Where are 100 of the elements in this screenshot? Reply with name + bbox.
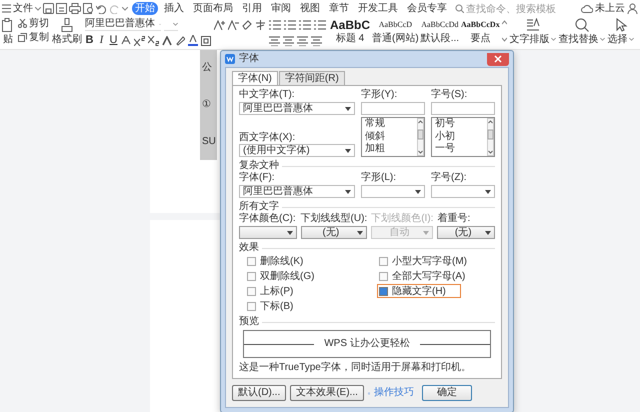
ribbon-tab[interactable]: 视图 bbox=[297, 2, 323, 15]
dropdown[interactable]: 阿里巴巴普惠体 bbox=[239, 185, 355, 198]
field-label: 字体(F): bbox=[239, 172, 275, 184]
ok-button[interactable]: 确定 bbox=[422, 385, 472, 401]
dialog-button[interactable]: 默认(D)... bbox=[232, 385, 286, 401]
caret-icon bbox=[345, 190, 351, 194]
checkbox[interactable] bbox=[379, 286, 388, 296]
list-icon[interactable] bbox=[269, 20, 281, 30]
checkbox-label[interactable]: 双删除线(G) bbox=[260, 270, 314, 282]
dropdown[interactable]: (无) bbox=[437, 226, 495, 239]
ribbon-tool-button[interactable]: 选择 bbox=[608, 18, 634, 45]
input-field[interactable] bbox=[361, 102, 425, 115]
style-preset[interactable]: AaBbCcDd 默认段... bbox=[420, 18, 460, 44]
grow-font-icon[interactable] bbox=[214, 20, 225, 30]
print-icon[interactable] bbox=[69, 3, 81, 14]
paste-icon[interactable] bbox=[1, 18, 15, 32]
caret-icon[interactable] bbox=[35, 6, 41, 10]
font-color-icon[interactable] bbox=[121, 36, 131, 46]
file-menu[interactable]: 文件 bbox=[13, 3, 33, 14]
field-label: 字形(Y): bbox=[361, 89, 398, 101]
list-icon[interactable] bbox=[284, 20, 296, 30]
checkbox-label[interactable]: 隐藏文字(H) bbox=[392, 286, 446, 296]
export-icon[interactable] bbox=[56, 3, 67, 14]
list-option[interactable]: 加粗 bbox=[365, 143, 414, 156]
style-preset[interactable]: AaBbCcD 普通(网站) bbox=[372, 18, 419, 44]
dialog-tab[interactable]: 字符间距(R) bbox=[278, 71, 345, 85]
align-icon[interactable] bbox=[269, 36, 280, 46]
checkbox[interactable] bbox=[247, 256, 256, 266]
format-button[interactable]: B bbox=[85, 35, 94, 46]
ribbon-tab[interactable]: 会员专享 bbox=[404, 2, 450, 15]
ribbon-tab[interactable]: 开发工具 bbox=[355, 2, 401, 15]
checkbox-label[interactable]: 删除线(K) bbox=[260, 256, 304, 266]
user-icon[interactable] bbox=[627, 3, 638, 14]
caret-icon[interactable] bbox=[122, 6, 128, 10]
brush-icon[interactable] bbox=[61, 18, 73, 32]
list-icon[interactable] bbox=[314, 20, 326, 30]
dropdown[interactable]: (无) bbox=[300, 226, 368, 239]
format-painter-button[interactable]: 格式刷 bbox=[52, 34, 82, 45]
save-icon[interactable] bbox=[43, 3, 54, 14]
font-name-field[interactable]: 阿里巴巴普惠体 bbox=[85, 18, 161, 31]
dropdown[interactable] bbox=[239, 226, 297, 239]
tips-link[interactable]: 操作技巧 bbox=[374, 387, 414, 399]
ribbon-tab[interactable]: 开始 bbox=[132, 2, 158, 15]
close-button[interactable] bbox=[487, 52, 509, 66]
align-icon[interactable] bbox=[283, 36, 294, 46]
checkbox[interactable] bbox=[379, 272, 388, 280]
border-icon[interactable] bbox=[201, 36, 211, 46]
font-dropdown[interactable]: 阿里巴巴普惠体 bbox=[239, 102, 355, 115]
format-button[interactable]: U bbox=[109, 35, 118, 46]
cut-button[interactable]: 剪切 bbox=[18, 18, 49, 29]
caret-icon bbox=[550, 38, 556, 41]
checkbox[interactable] bbox=[247, 272, 256, 280]
input-field[interactable] bbox=[431, 102, 495, 115]
dialog-button[interactable]: 文本效果(E)... bbox=[290, 385, 364, 401]
style-preset[interactable]: AaBbCcDx 要点 bbox=[461, 18, 500, 44]
scroll-arrows-icon[interactable] bbox=[502, 20, 507, 42]
checkbox[interactable] bbox=[247, 286, 256, 296]
ribbon-tool-button[interactable]: 文字排版 bbox=[510, 18, 556, 45]
shrink-font-icon[interactable] bbox=[228, 20, 239, 30]
checkbox[interactable] bbox=[247, 302, 256, 310]
format-button[interactable]: I bbox=[97, 35, 106, 46]
menu-icon[interactable] bbox=[2, 4, 11, 13]
account-button[interactable]: 未上云 bbox=[595, 3, 625, 14]
ribbon-tab[interactable]: 章节 bbox=[326, 2, 352, 15]
list-option[interactable]: 倾斜 bbox=[365, 130, 414, 144]
checkbox-label[interactable]: 全部大写字母(A) bbox=[392, 270, 466, 282]
checkbox-label[interactable]: 小型大写字母(M) bbox=[392, 256, 467, 266]
highlighter-icon[interactable] bbox=[175, 36, 185, 46]
ribbon-tab[interactable]: 引用 bbox=[239, 2, 265, 15]
section-title: 复杂文种 bbox=[239, 160, 279, 172]
dialog-tab[interactable]: 字体(N) bbox=[232, 71, 278, 85]
subscript-icon[interactable] bbox=[148, 36, 159, 46]
ribbon-tab[interactable]: 审阅 bbox=[268, 2, 294, 15]
copy-button[interactable]: 复制 bbox=[18, 32, 49, 43]
checkbox-label[interactable]: 上标(P) bbox=[260, 286, 294, 296]
ribbon-tool-button[interactable]: 查找替换 bbox=[558, 18, 605, 45]
style-preset[interactable]: AaBbC 标题 4 bbox=[330, 18, 370, 44]
preview-icon[interactable] bbox=[83, 3, 94, 14]
font-dropdown[interactable]: (使用中文字体) bbox=[239, 144, 355, 157]
superscript-icon[interactable] bbox=[134, 36, 145, 46]
eraser-icon[interactable] bbox=[242, 20, 252, 30]
checkbox-label[interactable]: 下标(B) bbox=[260, 300, 294, 312]
field-label: 着重号: bbox=[437, 213, 470, 225]
list-icon[interactable] bbox=[299, 20, 311, 30]
undo-icon[interactable] bbox=[96, 4, 107, 14]
list-option[interactable]: 常规 bbox=[365, 118, 414, 131]
ribbon-tab[interactable]: 页面布局 bbox=[190, 2, 236, 15]
scrollbar[interactable] bbox=[417, 118, 424, 156]
align-icon[interactable] bbox=[297, 36, 308, 46]
ribbon-tab[interactable]: 插入 bbox=[161, 2, 187, 15]
list-option[interactable]: 初号 bbox=[435, 118, 484, 131]
scrollbar[interactable] bbox=[487, 118, 494, 156]
paste-button[interactable]: 贴 bbox=[3, 34, 13, 45]
checkbox[interactable] bbox=[379, 256, 388, 266]
cloud-icon[interactable] bbox=[581, 4, 593, 13]
list-option[interactable]: 一号 bbox=[435, 143, 484, 156]
align-icon[interactable] bbox=[311, 36, 322, 46]
list-option[interactable]: 小初 bbox=[435, 130, 484, 144]
font-color-icon[interactable] bbox=[188, 35, 198, 46]
caret-icon bbox=[485, 190, 491, 194]
